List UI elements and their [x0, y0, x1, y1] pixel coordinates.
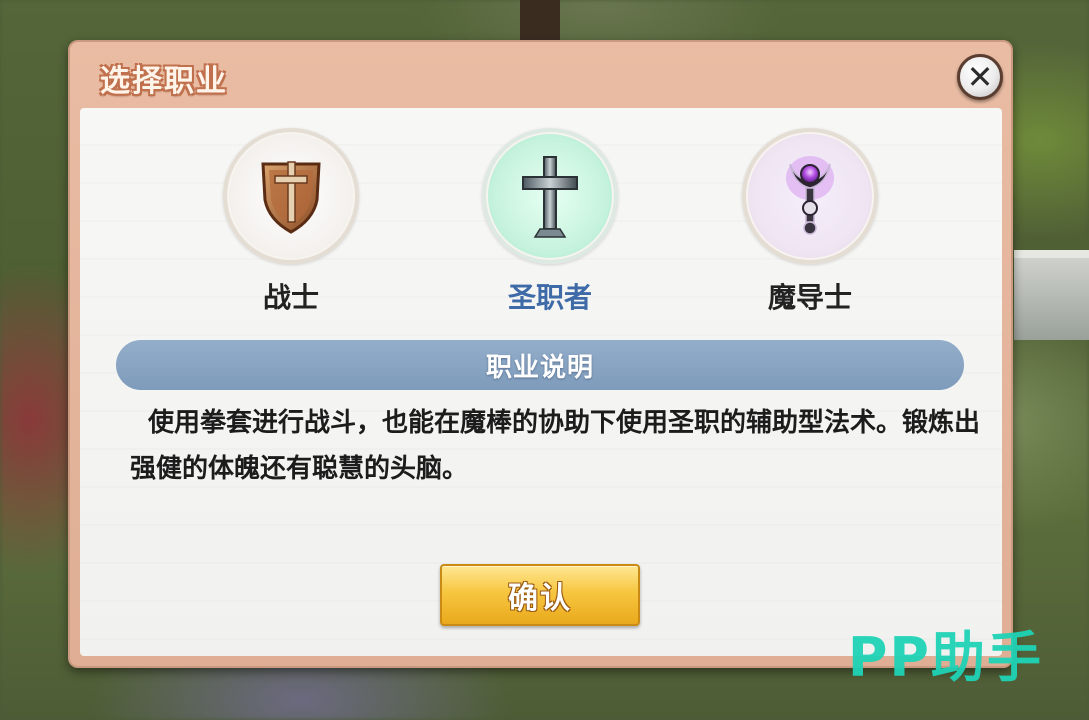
dialog-title: 选择职业	[100, 64, 228, 99]
section-title-bar: 职业说明	[116, 340, 964, 390]
class-option-mage[interactable]: 魔导士	[740, 128, 880, 316]
background-tree	[520, 0, 560, 45]
class-icon-frame	[742, 128, 878, 264]
cross-icon	[522, 156, 578, 238]
class-name: 圣职者	[507, 281, 592, 314]
class-option-cleric[interactable]: 圣职者	[480, 128, 620, 316]
class-icon-frame	[223, 128, 359, 264]
shield-sword-icon	[261, 161, 321, 234]
magic-staff-icon	[786, 156, 834, 235]
class-name: 魔导士	[767, 281, 852, 314]
background-building	[1014, 250, 1089, 340]
watermark-logo: PP助手	[847, 626, 1043, 689]
class-description: 使用拳套进行战斗，也能在魔棒的协助下使用圣职的辅助型法术。锻炼出强健的体魄还有聪…	[130, 408, 981, 484]
dialog-panel: 战士 圣职者 魔导士 职业说明 使用拳套进行战斗，也能在魔棒的协助下使用圣职的辅…	[80, 108, 1002, 656]
class-option-warrior[interactable]: 战士	[221, 128, 361, 316]
class-select-dialog: 选择职业 ✕ 战士 圣职者 魔导士 职业说明 使用拳套进行战斗，也能在魔棒的协助…	[68, 40, 1013, 668]
confirm-button[interactable]: 确认	[440, 564, 640, 626]
close-button[interactable]: ✕	[957, 54, 1003, 100]
class-name: 战士	[262, 281, 319, 314]
close-icon: ✕	[966, 58, 994, 96]
class-icon-frame	[482, 128, 618, 264]
